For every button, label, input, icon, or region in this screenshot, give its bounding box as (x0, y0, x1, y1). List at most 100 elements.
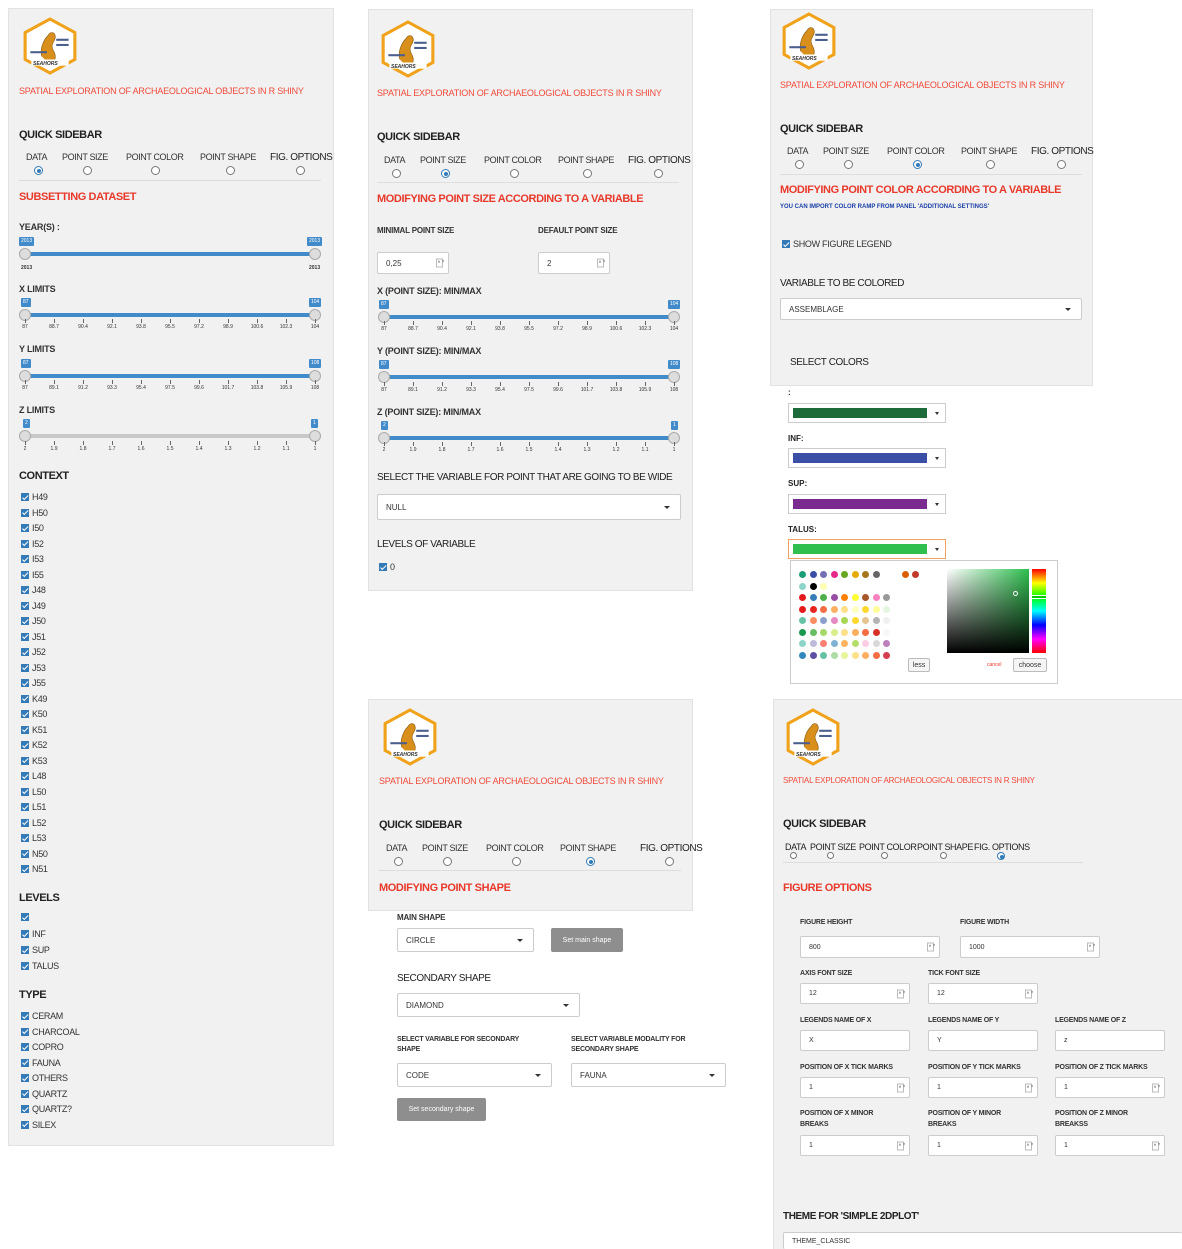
checkbox-icon[interactable] (21, 493, 29, 501)
color-picker-talus[interactable] (788, 539, 946, 559)
palette-swatch[interactable] (820, 594, 827, 601)
checkbox-icon[interactable] (21, 679, 29, 687)
spinner-icon[interactable]: ▲▼ (436, 258, 445, 268)
tab-point-color-radio[interactable] (881, 852, 888, 859)
checkbox-item[interactable]: SILEX (21, 1120, 56, 1130)
checkbox-icon[interactable] (21, 1089, 29, 1098)
palette-swatch[interactable] (841, 640, 848, 647)
spinner-icon[interactable]: ▲▼ (897, 989, 906, 998)
palette-swatch[interactable] (883, 628, 890, 636)
checkbox-icon[interactable] (21, 1074, 29, 1082)
tab-fig-options[interactable]: FIG. OPTIONS (270, 152, 333, 163)
palette-swatch[interactable] (862, 605, 869, 613)
default-point-size-input[interactable]: 2 ▲▼ (538, 252, 610, 274)
checkbox-item[interactable]: INF (21, 929, 46, 939)
palette-swatch[interactable] (841, 617, 848, 624)
checkbox-item[interactable]: J49 (21, 601, 46, 611)
palette-swatch[interactable] (809, 605, 817, 613)
palette-swatch[interactable] (820, 571, 827, 578)
checkbox-item[interactable]: CERAM (21, 1011, 63, 1021)
spinner-icon[interactable]: ▲▼ (1025, 1141, 1034, 1150)
checkbox-item[interactable]: L50 (21, 787, 46, 797)
checkbox-icon[interactable] (21, 741, 29, 749)
palette-swatch[interactable] (862, 651, 869, 659)
palette-swatch[interactable] (862, 594, 869, 601)
checkbox-icon[interactable] (21, 555, 29, 563)
tab-point-shape[interactable]: POINT SHAPE (917, 842, 973, 852)
tab-point-size[interactable]: POINT SIZE (823, 146, 869, 156)
tab-point-size[interactable]: POINT SIZE (422, 843, 468, 853)
checkbox-item[interactable]: H49 (21, 492, 48, 502)
spinner-icon[interactable]: ▲▼ (1087, 942, 1096, 952)
palette-swatch[interactable] (872, 651, 880, 659)
palette-swatch[interactable] (841, 628, 848, 636)
color-gradient-cursor[interactable] (1013, 591, 1018, 596)
color-picker-inf[interactable] (788, 448, 946, 468)
legend-y-input[interactable]: Y (928, 1030, 1038, 1051)
tab-fig-options-radio[interactable] (654, 169, 663, 178)
cancel-link[interactable]: cancel (987, 662, 1001, 668)
checkbox-icon[interactable] (21, 803, 29, 811)
spinner-icon[interactable]: ▲▼ (927, 942, 936, 952)
palette-swatch[interactable] (809, 617, 817, 624)
palette-swatch[interactable] (851, 571, 859, 578)
tab-point-size-radio[interactable] (83, 166, 92, 175)
figure-width-input[interactable]: 1000 ▲▼ (960, 936, 1100, 958)
figure-height-input[interactable]: 800 ▲▼ (800, 936, 940, 958)
checkbox-icon[interactable] (21, 694, 29, 703)
year-slider-handle-min[interactable] (19, 248, 31, 260)
tab-point-color[interactable]: POINT COLOR (486, 843, 544, 853)
checkbox-icon[interactable] (21, 586, 29, 594)
pos-z-ticks-input[interactable]: 1 ▲▼ (1055, 1077, 1165, 1098)
show-legend-checkbox[interactable]: SHOW FIGURE LEGEND (782, 239, 892, 249)
set-secondary-shape-button[interactable]: Set secondary shape (397, 1098, 486, 1121)
tab-data-radio[interactable] (392, 169, 401, 178)
year-slider-track[interactable] (25, 252, 315, 256)
palette-swatch[interactable] (799, 640, 806, 647)
palette-swatch[interactable] (862, 640, 869, 647)
checkbox-icon[interactable] (21, 946, 29, 954)
palette-swatch[interactable] (851, 651, 859, 659)
tab-fig-options-radio[interactable] (997, 852, 1005, 860)
main-shape-select[interactable]: CIRCLE (397, 928, 534, 952)
color-picker-sup[interactable] (788, 494, 946, 514)
tab-point-size-radio[interactable] (827, 852, 834, 859)
palette-swatch[interactable] (901, 571, 909, 578)
checkbox-item[interactable]: N51 (21, 864, 48, 874)
spinner-icon[interactable]: ▲▼ (1025, 989, 1034, 998)
palette-swatch[interactable] (851, 640, 859, 647)
checkbox-item[interactable]: TALUS (21, 961, 59, 971)
tab-point-size[interactable]: POINT SIZE (420, 155, 466, 165)
palette-swatch[interactable] (799, 651, 806, 659)
checkbox-icon[interactable] (21, 1043, 29, 1051)
tab-data[interactable]: DATA (26, 152, 47, 162)
palette-swatch[interactable] (799, 571, 806, 578)
minor-y-input[interactable]: 1 ▲▼ (928, 1135, 1038, 1156)
palette-swatch[interactable] (809, 582, 817, 590)
wide-variable-select[interactable]: NULL (377, 494, 681, 520)
checkbox-item[interactable]: J53 (21, 663, 46, 673)
secondary-shape-select[interactable]: DIAMOND (397, 993, 580, 1017)
checkbox-icon[interactable] (21, 930, 29, 938)
z-slider-track[interactable] (384, 436, 674, 440)
checkbox-icon[interactable] (21, 524, 29, 532)
z-slider-track[interactable] (25, 434, 315, 438)
checkbox-item[interactable]: I52 (21, 539, 44, 549)
palette-swatch[interactable] (809, 628, 817, 636)
spinner-icon[interactable]: ▲▼ (897, 1083, 906, 1092)
palette-swatch[interactable] (851, 594, 859, 601)
palette-swatch[interactable] (799, 605, 806, 613)
checkbox-icon[interactable] (21, 772, 29, 780)
palette-swatch[interactable] (851, 617, 859, 624)
palette-swatch[interactable] (872, 617, 880, 624)
checkbox-item[interactable]: OTHERS (21, 1073, 68, 1083)
checkbox-item[interactable]: K53 (21, 756, 47, 766)
tab-point-shape[interactable]: POINT SHAPE (558, 155, 614, 165)
tab-point-color[interactable]: POINT COLOR (126, 152, 184, 162)
tab-data-radio[interactable] (790, 852, 797, 859)
checkbox-item[interactable]: J51 (21, 632, 46, 642)
axis-font-size-input[interactable]: 12 ▲▼ (800, 983, 910, 1004)
checkbox-icon[interactable] (21, 725, 29, 734)
checkbox-icon[interactable] (21, 1027, 29, 1036)
palette-swatch[interactable] (799, 582, 806, 590)
